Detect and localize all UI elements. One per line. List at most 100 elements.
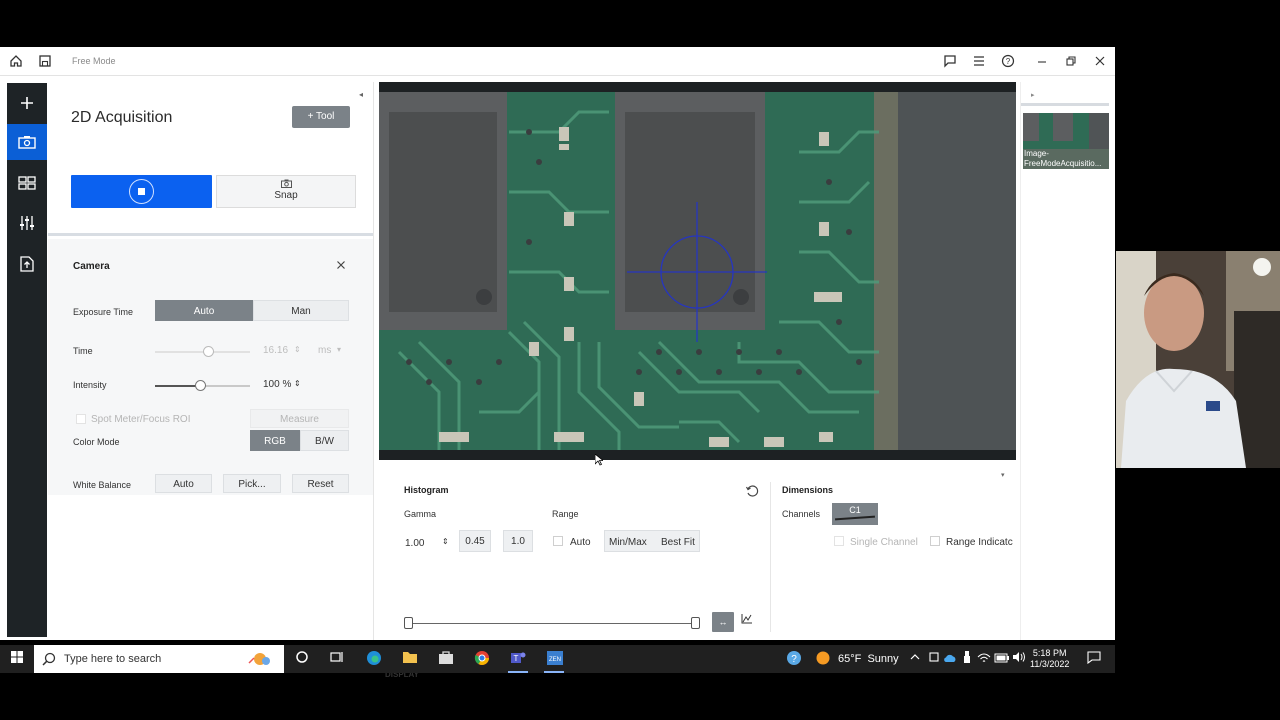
tray-chevron-up-icon[interactable] [906, 650, 924, 668]
file-explorer-icon[interactable] [401, 650, 419, 668]
expand-gallery-icon[interactable]: ▸ [1031, 91, 1035, 99]
range-bestfit-button[interactable]: Best Fit [661, 537, 695, 548]
linear-view-icon[interactable]: ↔ [712, 612, 734, 632]
cortana-icon[interactable] [293, 650, 311, 668]
live-image-view[interactable] [379, 82, 1016, 460]
mode-label: Free Mode [72, 56, 116, 66]
zen-app-icon[interactable]: ZEN [545, 650, 565, 668]
color-bw-button[interactable]: B/W [300, 430, 349, 451]
single-channel-label: Single Channel [850, 537, 918, 548]
battery-icon[interactable] [993, 650, 1011, 668]
gamma-input[interactable]: 1.00 [405, 538, 424, 549]
wb-pick-button[interactable]: Pick... [223, 474, 281, 493]
range-indicator-checkbox[interactable] [930, 536, 940, 546]
time-slider-knob[interactable] [202, 346, 214, 357]
weather-sun-icon[interactable] [814, 650, 832, 668]
camera-icon [217, 179, 355, 190]
range-auto-checkbox[interactable] [553, 536, 563, 546]
expand-display-icon[interactable]: ▾ [1001, 471, 1005, 479]
intensity-slider-fill [155, 385, 201, 387]
thumbnail-label: Image- FreeModeAcquisitio... [1023, 149, 1109, 169]
time-value[interactable]: 16.16 [263, 345, 288, 356]
teams-active-indicator [508, 671, 528, 673]
help-tray-icon[interactable]: ? [785, 650, 803, 668]
windows-taskbar: Type here to search T ZEN ? 65°F Sunny 5… [0, 645, 1115, 673]
intensity-value[interactable]: 100 % [263, 379, 291, 390]
range-label: Range [552, 509, 579, 519]
windows-start-icon[interactable] [8, 650, 26, 668]
gamma-045-button[interactable]: 0.45 [459, 530, 491, 552]
network-icon[interactable] [975, 650, 993, 668]
color-rgb-button[interactable]: RGB [250, 430, 300, 451]
gamma-10-button[interactable]: 1.0 [503, 530, 533, 552]
close-camera-icon[interactable] [335, 258, 347, 270]
single-channel-checkbox[interactable] [834, 536, 844, 546]
white-balance-label: White Balance [73, 480, 132, 490]
reset-icon[interactable] [745, 484, 759, 498]
adjust-sliders-icon[interactable] [7, 205, 47, 241]
exposure-auto-button[interactable]: Auto [155, 300, 253, 321]
zen-active-indicator [544, 671, 564, 673]
onedrive-icon[interactable] [941, 650, 959, 668]
pcb-live-image [379, 92, 1016, 450]
channel-c1-button[interactable]: C1 [832, 503, 878, 525]
live-stop-button[interactable] [71, 175, 212, 208]
add-icon[interactable] [7, 85, 47, 121]
wb-reset-button[interactable]: Reset [292, 474, 349, 493]
weather-text[interactable]: 65°F Sunny [838, 653, 899, 665]
gallery-panel: ▸ Image- FreeModeAcquisitio... [1020, 82, 1110, 640]
store-icon[interactable] [437, 650, 455, 668]
teams-icon[interactable]: T [509, 650, 527, 668]
minimize-icon[interactable] [1034, 54, 1050, 70]
histogram-curve-icon[interactable] [736, 612, 758, 632]
spot-meter-checkbox[interactable] [76, 414, 86, 424]
spot-meter-label: Spot Meter/Focus ROI [91, 414, 191, 425]
help-icon[interactable]: ? [1000, 54, 1016, 70]
webcam-person-image [1116, 251, 1280, 468]
volume-icon[interactable] [1010, 650, 1028, 668]
image-thumbnail[interactable] [1023, 113, 1109, 153]
color-mode-label: Color Mode [73, 437, 120, 447]
wb-auto-button[interactable]: Auto [155, 474, 212, 493]
range-minmax-button[interactable]: Min/Max [609, 537, 647, 548]
svg-text:ZEN: ZEN [549, 657, 561, 663]
processing-icon[interactable] [7, 165, 47, 201]
svg-text:?: ? [791, 654, 797, 665]
intensity-slider-knob[interactable] [195, 380, 207, 391]
taskbar-search[interactable]: Type here to search [34, 645, 284, 673]
intensity-stepper-icon[interactable]: ⇕ [294, 379, 301, 388]
display-panel: ▾ Histogram Gamma 1.00 ⇕ 0.45 1.0 Range … [379, 460, 1016, 679]
panel-divider[interactable] [373, 82, 374, 640]
task-view-icon[interactable] [328, 650, 346, 668]
time-stepper-icon[interactable]: ⇕ [294, 345, 301, 354]
close-icon[interactable] [1092, 54, 1108, 70]
exposure-time-label: Exposure Time [73, 307, 134, 317]
acquisition-header: 2D Acquisition + Tool ◂ Snap [48, 82, 373, 236]
chrome-icon[interactable] [473, 650, 491, 668]
restore-icon[interactable] [1063, 54, 1079, 70]
measure-button[interactable]: Measure [250, 409, 349, 428]
save-icon[interactable] [37, 54, 53, 70]
feedback-icon[interactable] [942, 54, 958, 70]
exposure-man-button[interactable]: Man [253, 300, 349, 321]
collapse-panel-icon[interactable]: ◂ [359, 90, 363, 99]
app-window: Free Mode ? 2D Acquisition + Tool ◂ Snap… [0, 47, 1115, 679]
home-icon[interactable] [8, 54, 24, 70]
usb-icon[interactable] [958, 650, 976, 668]
time-unit[interactable]: ms [318, 345, 331, 356]
histogram-range-track[interactable] [409, 623, 696, 624]
section-divider [770, 482, 771, 632]
menu-list-icon[interactable] [971, 54, 987, 70]
notification-icon[interactable] [1085, 650, 1103, 668]
export-icon[interactable] [7, 246, 47, 282]
tool-button[interactable]: + Tool [292, 106, 350, 128]
edge-icon[interactable] [365, 650, 383, 668]
taskbar-clock[interactable]: 5:18 PM 11/3/2022 [1030, 648, 1069, 670]
range-min-handle[interactable] [404, 617, 413, 629]
range-max-handle[interactable] [691, 617, 700, 629]
snap-button[interactable]: Snap [216, 175, 356, 208]
acquisition-icon[interactable] [7, 124, 47, 160]
unit-dropdown-icon[interactable]: ▾ [337, 345, 341, 354]
dimensions-title: Dimensions [782, 485, 834, 495]
gamma-stepper-icon[interactable]: ⇕ [442, 537, 449, 546]
